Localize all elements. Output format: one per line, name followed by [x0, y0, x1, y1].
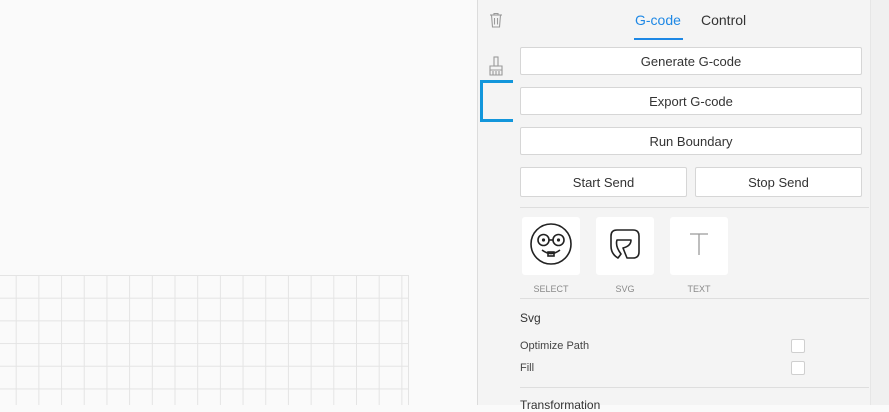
svg-mode-label: SVG — [615, 284, 635, 294]
generate-gcode-button[interactable]: Generate G-code — [520, 47, 862, 75]
text-mode-button[interactable] — [670, 217, 728, 275]
svg-section-title: Svg — [520, 311, 541, 325]
workspace-canvas[interactable] — [0, 0, 477, 405]
transformation-section-title: Transformation — [520, 398, 601, 412]
tab-control[interactable]: Control — [701, 11, 746, 29]
start-send-button[interactable]: Start Send — [520, 167, 687, 197]
svg-shape-icon — [605, 224, 645, 269]
export-gcode-button[interactable]: Export G-code — [520, 87, 862, 115]
svg-mode-button[interactable] — [596, 217, 654, 275]
text-mode-label: TEXT — [687, 284, 711, 294]
text-t-icon — [684, 229, 714, 264]
fill-label: Fill — [520, 362, 535, 374]
optimize-path-checkbox[interactable] — [791, 339, 805, 353]
panel-scrollbar[interactable] — [870, 0, 889, 405]
active-tab-underline — [634, 38, 683, 40]
tab-gcode[interactable]: G-code — [635, 11, 681, 29]
panel-tabs: G-code Control — [513, 0, 870, 40]
broom-icon[interactable] — [486, 55, 506, 77]
smiley-glasses-icon — [528, 221, 574, 272]
divider — [520, 298, 869, 299]
fill-checkbox[interactable] — [791, 361, 805, 375]
select-mode-button[interactable] — [522, 217, 580, 275]
run-boundary-button[interactable]: Run Boundary — [520, 127, 862, 155]
workspace-grid — [0, 275, 409, 405]
trash-icon[interactable] — [486, 10, 506, 32]
side-toolstrip — [477, 0, 514, 405]
divider — [520, 387, 869, 388]
select-mode-label: SELECT — [533, 284, 569, 294]
divider — [520, 207, 869, 208]
optimize-path-label: Optimize Path — [520, 340, 590, 352]
stop-send-button[interactable]: Stop Send — [695, 167, 862, 197]
right-panel: G-code Control Generate G-code Export G-… — [513, 0, 870, 412]
